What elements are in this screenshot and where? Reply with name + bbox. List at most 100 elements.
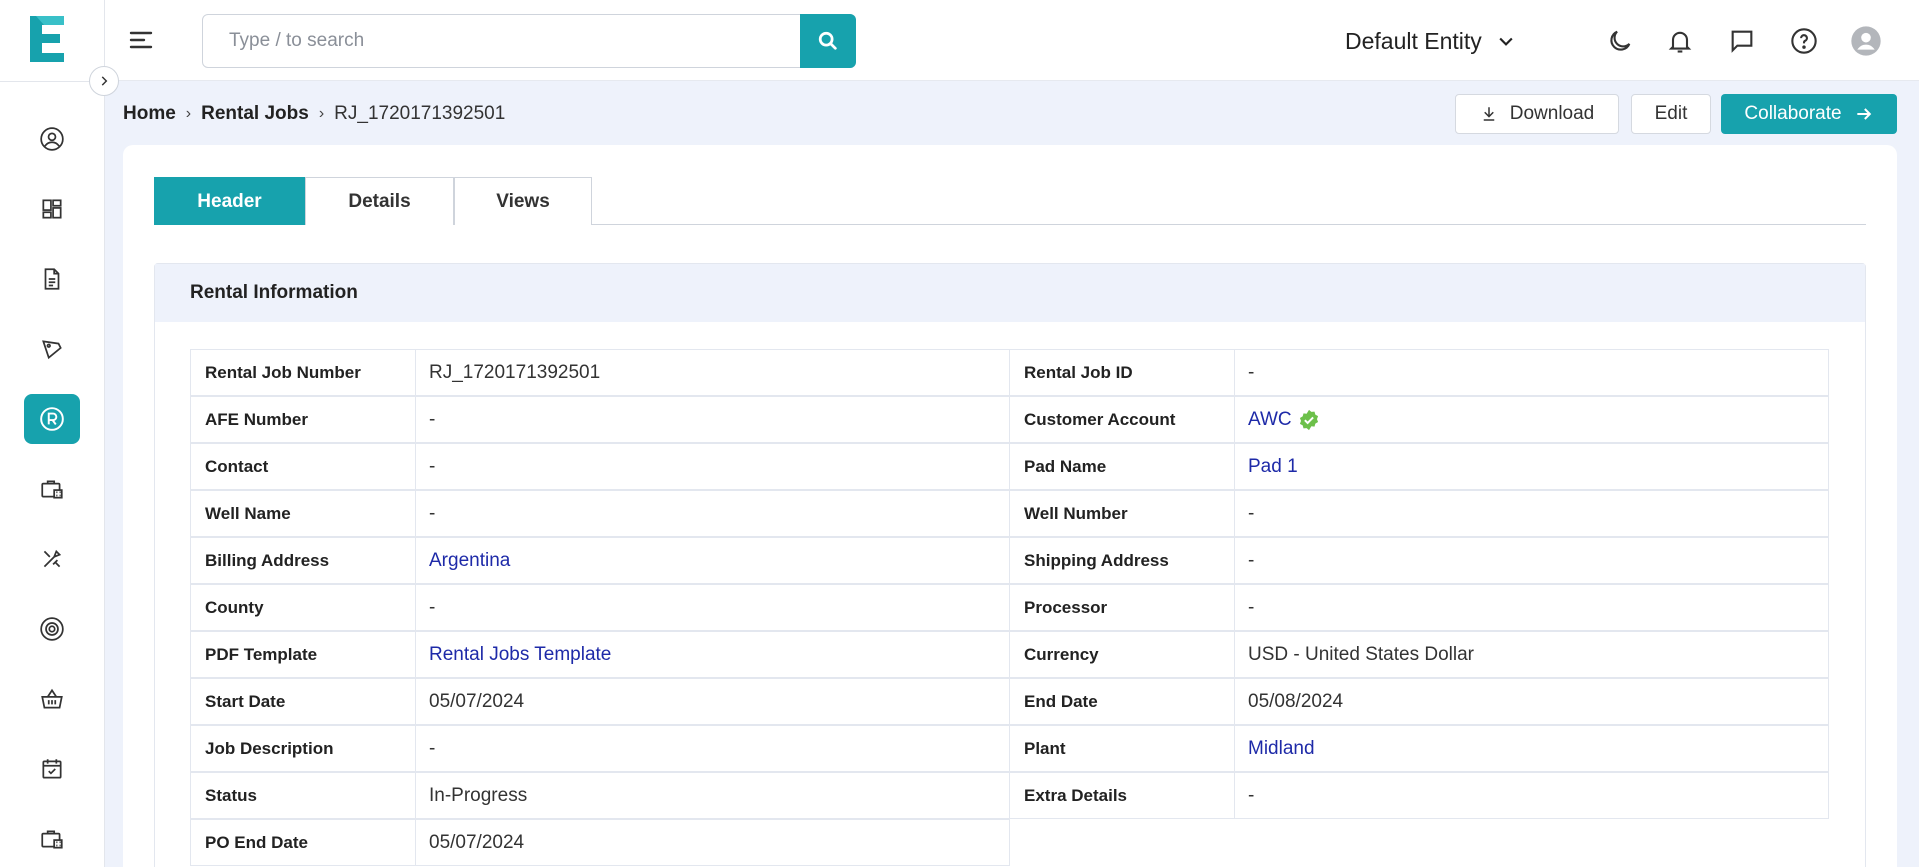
field-row: Well Name - [190, 490, 1010, 537]
field-label: Plant [1009, 725, 1235, 772]
sidebar-toggle-button[interactable] [89, 66, 119, 96]
field-row: PDF Template Rental Jobs Template [190, 631, 1010, 678]
bell-icon [1668, 31, 1692, 53]
entity-label: Default Entity [1345, 27, 1482, 54]
nav-dashboard[interactable] [24, 184, 80, 234]
nav-tools[interactable] [24, 534, 80, 584]
search-button[interactable] [800, 14, 856, 68]
tab-label: Details [348, 190, 411, 212]
field-label: Rental Job Number [190, 349, 416, 396]
field-value-link[interactable]: AWC [1235, 396, 1829, 443]
sidebar [0, 0, 105, 867]
field-value-text: RJ_1720171392501 [429, 361, 601, 383]
field-value: 05/07/2024 [416, 819, 1010, 866]
main-content: Home › Rental Jobs › RJ_1720171392501 Do… [105, 81, 1919, 867]
field-value-link[interactable]: Midland [1235, 725, 1829, 772]
help-button[interactable] [1787, 24, 1821, 58]
field-label: Shipping Address [1009, 537, 1235, 584]
nav-profile[interactable] [24, 114, 80, 164]
user-circle-icon [40, 127, 64, 151]
field-value-text: Midland [1248, 737, 1315, 759]
nav-inventory[interactable] [24, 814, 80, 864]
download-button[interactable]: Download [1455, 94, 1619, 134]
breadcrumb-home[interactable]: Home [123, 103, 176, 125]
tab-bar: Header Details Views [154, 177, 1866, 225]
tab-header[interactable]: Header [154, 177, 305, 225]
field-row: Extra Details - [1009, 772, 1829, 819]
field-value: - [416, 725, 1010, 772]
field-value-link[interactable]: Rental Jobs Template [416, 631, 1010, 678]
field-label: PDF Template [190, 631, 416, 678]
field-row: Contact - [190, 443, 1010, 490]
briefcase-grid-icon [41, 830, 63, 849]
field-row: Status In-Progress [190, 772, 1010, 819]
basket-icon [41, 688, 63, 709]
field-value-text: Rental Jobs Template [429, 643, 612, 665]
breadcrumb: Home › Rental Jobs › RJ_1720171392501 [123, 103, 505, 125]
moon-icon [1610, 30, 1631, 51]
app-logo [30, 16, 64, 62]
field-label: Processor [1009, 584, 1235, 631]
field-value-text: 05/07/2024 [429, 690, 525, 712]
nav-calendar[interactable] [24, 744, 80, 794]
field-value: - [1235, 349, 1829, 396]
field-row: Currency USD - United States Dollar [1009, 631, 1829, 678]
field-value: - [416, 396, 1010, 443]
field-row: Processor - [1009, 584, 1829, 631]
tab-details[interactable]: Details [305, 177, 454, 225]
field-value-text: - [429, 408, 436, 430]
nav-basket[interactable] [24, 674, 80, 724]
field-row: Well Number - [1009, 490, 1829, 537]
field-label: Extra Details [1009, 772, 1235, 819]
breadcrumb-rental-jobs[interactable]: Rental Jobs [201, 103, 309, 125]
entity-selector[interactable]: Default Entity [1345, 24, 1516, 58]
nav-services[interactable] [24, 604, 80, 654]
field-value-text: - [429, 502, 436, 524]
avatar-icon [1851, 26, 1881, 56]
tools-icon [43, 549, 62, 568]
field-row: Start Date 05/07/2024 [190, 678, 1010, 725]
theme-toggle-button[interactable] [1603, 24, 1637, 58]
field-row: Rental Job Number RJ_1720171392501 [190, 349, 1010, 396]
menu-icon[interactable] [128, 27, 154, 53]
tab-label: Header [197, 190, 262, 212]
messages-button[interactable] [1725, 24, 1759, 58]
field-value: - [1235, 772, 1829, 819]
field-value-link[interactable]: Pad 1 [1235, 443, 1829, 490]
field-row: Customer Account AWC [1009, 396, 1829, 443]
notifications-button[interactable] [1663, 24, 1697, 58]
field-value: - [1235, 490, 1829, 537]
search-icon [818, 31, 837, 50]
field-value-text: - [1248, 361, 1255, 383]
field-row: Job Description - [190, 725, 1010, 772]
collaborate-button[interactable]: Collaborate [1721, 94, 1897, 134]
nav-assets[interactable] [24, 464, 80, 514]
tab-views[interactable]: Views [454, 177, 592, 225]
briefcase-grid-icon [41, 480, 63, 499]
field-value-text: - [1248, 784, 1255, 806]
breadcrumb-current: RJ_1720171392501 [334, 103, 506, 124]
field-value-text: Pad 1 [1248, 455, 1298, 477]
dashboard-icon [42, 199, 62, 219]
edit-label: Edit [1654, 103, 1688, 124]
field-row: Pad Name Pad 1 [1009, 443, 1829, 490]
edit-button[interactable]: Edit [1631, 94, 1711, 134]
nav-rentals[interactable] [24, 394, 80, 444]
collaborate-label: Collaborate [1744, 103, 1842, 124]
field-value-link[interactable]: Argentina [416, 537, 1010, 584]
field-value: - [416, 584, 1010, 631]
nav-documents[interactable] [24, 254, 80, 304]
search-input[interactable] [203, 15, 797, 67]
field-row: Rental Job ID - [1009, 349, 1829, 396]
nav-tags[interactable] [24, 324, 80, 374]
field-label: Pad Name [1009, 443, 1235, 490]
field-value: In-Progress [416, 772, 1010, 819]
field-row: End Date 05/08/2024 [1009, 678, 1829, 725]
lifebuoy-icon [40, 617, 64, 641]
registered-icon [40, 407, 64, 431]
field-value: 05/07/2024 [416, 678, 1010, 725]
field-label: Contact [190, 443, 416, 490]
user-menu-button[interactable] [1849, 24, 1883, 58]
field-label: AFE Number [190, 396, 416, 443]
field-value-text: - [429, 455, 436, 477]
